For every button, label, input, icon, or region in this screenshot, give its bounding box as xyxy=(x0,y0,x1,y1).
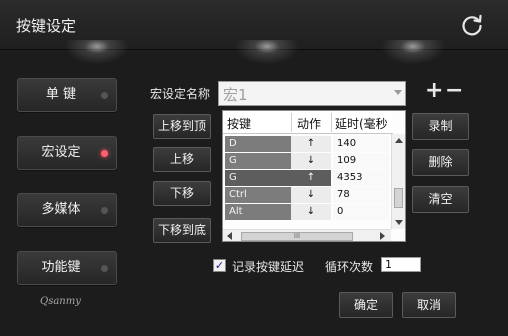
move-up-button[interactable]: 上移 xyxy=(153,147,211,172)
column-header-key: 按键 xyxy=(227,117,252,131)
status-led xyxy=(101,207,108,214)
delay-cell: 78 xyxy=(333,187,389,203)
table-row[interactable]: G ↓ 109 xyxy=(223,153,391,169)
remove-macro-button[interactable]: − xyxy=(445,80,463,102)
scroll-up-icon[interactable] xyxy=(395,138,403,143)
macro-event-table[interactable]: 按键 动作 延时(毫秒 D ↑ 140 G ↓ 109 G ↑ 4353 Ctr… xyxy=(222,110,406,242)
macro-name-value: 宏1 xyxy=(223,86,248,104)
key-cell: Alt xyxy=(225,204,291,220)
table-header: 按键 动作 延时(毫秒 xyxy=(223,111,393,134)
column-divider xyxy=(331,113,332,132)
horizontal-scrollbar[interactable]: III xyxy=(223,229,391,241)
delay-cell: 140 xyxy=(333,136,389,152)
scroll-thumb[interactable]: III xyxy=(241,232,353,241)
scroll-down-icon[interactable] xyxy=(395,220,403,225)
loop-count-label: 循环次数 xyxy=(325,260,374,274)
chevron-down-icon[interactable] xyxy=(394,90,402,95)
status-led xyxy=(101,265,108,272)
delay-cell: 0 xyxy=(333,204,389,220)
key-cell: D xyxy=(225,136,291,152)
action-cell: ↓ xyxy=(291,204,331,220)
action-cell: ↑ xyxy=(291,136,331,152)
sidebar-item-label: 单 键 xyxy=(45,87,77,102)
key-cell: Ctrl xyxy=(225,187,291,203)
macro-name-label: 宏设定名称 xyxy=(150,87,211,101)
delay-cell: 4353 xyxy=(333,170,389,186)
status-led xyxy=(101,92,108,99)
loop-count-input[interactable]: 1 xyxy=(381,257,421,272)
ceiling-light xyxy=(378,40,448,66)
vertical-scrollbar[interactable] xyxy=(391,134,405,229)
table-row[interactable]: G ↑ 4353 xyxy=(223,170,391,186)
add-macro-button[interactable]: + xyxy=(425,80,443,102)
scroll-left-icon[interactable] xyxy=(227,232,232,240)
scroll-right-icon[interactable] xyxy=(380,232,385,240)
record-button[interactable]: 录制 xyxy=(412,113,469,140)
column-header-delay: 延时(毫秒 xyxy=(335,117,388,131)
refresh-icon[interactable] xyxy=(459,12,485,38)
delete-button[interactable]: 删除 xyxy=(412,149,469,176)
table-row[interactable]: Ctrl ↓ 78 xyxy=(223,187,391,203)
action-cell: ↑ xyxy=(291,170,331,186)
move-to-top-button[interactable]: 上移到顶 xyxy=(153,114,211,139)
sidebar-item-single-key[interactable]: 单 键 xyxy=(17,78,117,112)
ceiling-light xyxy=(62,40,132,66)
sidebar-item-multimedia[interactable]: 多媒体 xyxy=(17,193,117,227)
move-down-button[interactable]: 下移 xyxy=(153,181,211,206)
sidebar-item-label: 多媒体 xyxy=(41,202,81,217)
record-delay-checkbox[interactable]: ✓ xyxy=(213,259,226,272)
move-to-bottom-button[interactable]: 下移到底 xyxy=(153,218,211,243)
sidebar-item-macro[interactable]: 宏设定 xyxy=(17,136,117,170)
ceiling-light xyxy=(232,40,302,66)
table-row[interactable]: D ↑ 140 xyxy=(223,136,391,152)
sidebar-item-label: 宏设定 xyxy=(41,145,81,160)
status-led-active xyxy=(101,150,108,157)
action-cell: ↓ xyxy=(291,187,331,203)
ok-button[interactable]: 确定 xyxy=(339,292,393,318)
record-delay-label: 记录按键延迟 xyxy=(232,260,305,274)
column-divider xyxy=(291,113,292,132)
clear-button[interactable]: 清空 xyxy=(412,186,469,213)
column-header-action: 动作 xyxy=(297,117,322,131)
sidebar-item-label: 功能键 xyxy=(41,260,81,275)
action-cell: ↓ xyxy=(291,153,331,169)
brand-logo: Qsanmy xyxy=(40,296,81,307)
sidebar-item-function-key[interactable]: 功能键 xyxy=(17,251,117,285)
key-cell: G xyxy=(225,153,291,169)
table-row[interactable]: Alt ↓ 0 xyxy=(223,204,391,220)
scroll-thumb[interactable] xyxy=(394,188,403,208)
key-cell: G xyxy=(225,170,291,186)
delay-cell: 109 xyxy=(333,153,389,169)
window-title: 按键设定 xyxy=(16,17,77,35)
cancel-button[interactable]: 取消 xyxy=(402,292,456,318)
macro-name-select[interactable]: 宏1 xyxy=(218,81,406,106)
